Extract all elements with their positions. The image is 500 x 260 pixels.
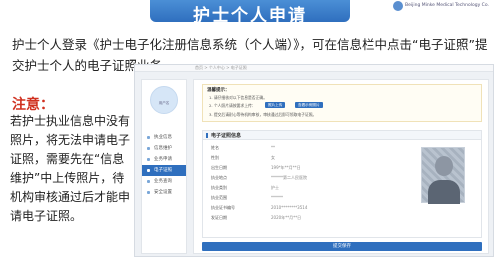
sidebar-item-label: 安全设置 [154,190,172,195]
tips-line: 1. 请仔细核对以下信息是否正确。 [209,95,267,100]
info-value: 女 [271,155,275,160]
license-info-title: 电子证照信息 [211,133,242,139]
note-title: 注意： [12,97,54,113]
info-row: 发证日期 2020年**月**日 [211,215,391,223]
menu-icon [147,191,150,194]
sidebar-item-label: 电子证照 [154,168,172,173]
note-text: 若护士执业信息中没有照片，将无法申请电子证照，需要先在“信息维护”中上传照片，待… [10,114,131,223]
tips-title: 温馨提示： [207,88,230,93]
info-row: 执业类别 护士 [211,185,391,193]
sidebar-item-practice-info[interactable]: 执业信息 [142,132,186,143]
sidebar-item-label: 执业信息 [154,135,172,140]
page-title: 护士个人申请 [193,6,307,26]
info-value: ** [271,145,275,150]
info-label: 执业范围 [211,195,227,200]
info-label: 执业地点 [211,175,227,180]
avatar[interactable]: 用户名 [150,86,178,114]
section-marker [206,133,208,138]
info-value: 护士 [271,185,279,190]
info-label: 发证日期 [211,215,227,220]
info-row: 执业证书编号 2010********3514 [211,205,391,213]
photo-head [435,156,453,176]
menu-icon [147,147,150,150]
license-info-section: 电子证照信息 姓名 ** 性别 女 出生日期 199*年**月**日 执业地点 ****… [202,130,482,238]
screenshot-topbar: 首页 > 个人中心 > 电子证照 [135,65,493,72]
info-row: 执业地点 ******第二人民医院 [211,175,391,183]
submit-button[interactable]: 提交保存 [202,242,482,251]
info-label: 执业证书编号 [211,205,235,210]
sidebar-item-label: 业务查询 [154,179,172,184]
menu-icon [147,136,150,139]
license-info-header: 电子证照信息 [203,131,481,140]
avatar-name: 用户名 [158,101,170,105]
breadcrumb: 首页 > 个人中心 > 电子证照 [195,65,247,70]
logo-text: Beijing Minke Medical Technology Co. [405,3,489,8]
title-banner: 护士个人申请 [150,0,350,26]
sidebar-item-label: 信息维护 [154,146,172,151]
main-panel: 温馨提示： 1. 请仔细核对以下信息是否正确。 2. 个人照片请按要求上传： 照… [193,79,489,254]
sidebar-item-e-license[interactable]: 电子证照 [142,165,186,176]
tips-line: 2. 个人照片请按要求上传： [209,103,256,108]
sidebar-item-info-maintenance[interactable]: 信息维护 [142,143,186,154]
company-logo: Beijing Minke Medical Technology Co. [393,0,498,16]
upload-photo-button[interactable]: 照片上传 [265,102,286,108]
sidebar: 用户名 执业信息 信息维护 业务申请 电子证照 业务查询 安全设置 [141,79,187,254]
system-screenshot: 首页 > 个人中心 > 电子证照 用户名 执业信息 信息维护 业务申请 电子证照… [134,64,494,257]
info-row: 出生日期 199*年**月**日 [211,165,391,173]
sidebar-item-business-apply[interactable]: 业务申请 [142,154,186,165]
info-row: 姓名 ** [211,145,391,153]
info-row: 执业范围 ****** [211,195,391,203]
info-row: 性别 女 [211,155,391,163]
tips-box: 温馨提示： 1. 请仔细核对以下信息是否正确。 2. 个人照片请按要求上传： 照… [202,84,482,122]
logo-icon [393,1,403,11]
info-label: 出生日期 [211,165,227,170]
info-value: 2020年**月**日 [271,215,302,220]
info-value: ******第二人民医院 [271,175,307,180]
menu-icon [147,169,150,172]
sidebar-item-business-query[interactable]: 业务查询 [142,176,186,187]
tips-line: 3. 提交后请耐心等待机构审核，审核通过后即可领取电子证照。 [209,112,317,117]
info-value: 2010********3514 [271,205,308,210]
menu-icon [147,180,150,183]
photo-body [428,180,460,204]
info-label: 执业类别 [211,185,227,190]
info-label: 姓名 [211,145,219,150]
sidebar-item-security[interactable]: 安全设置 [142,187,186,198]
sidebar-menu: 执业信息 信息维护 业务申请 电子证照 业务查询 安全设置 [142,132,186,198]
info-label: 性别 [211,155,219,160]
menu-icon [147,158,150,161]
sidebar-item-label: 业务申请 [154,157,172,162]
view-sample-photo-button[interactable]: 查看示例照片 [295,102,323,108]
info-value: ****** [271,195,283,200]
info-value: 199*年**月**日 [271,165,301,170]
id-photo [421,147,465,204]
